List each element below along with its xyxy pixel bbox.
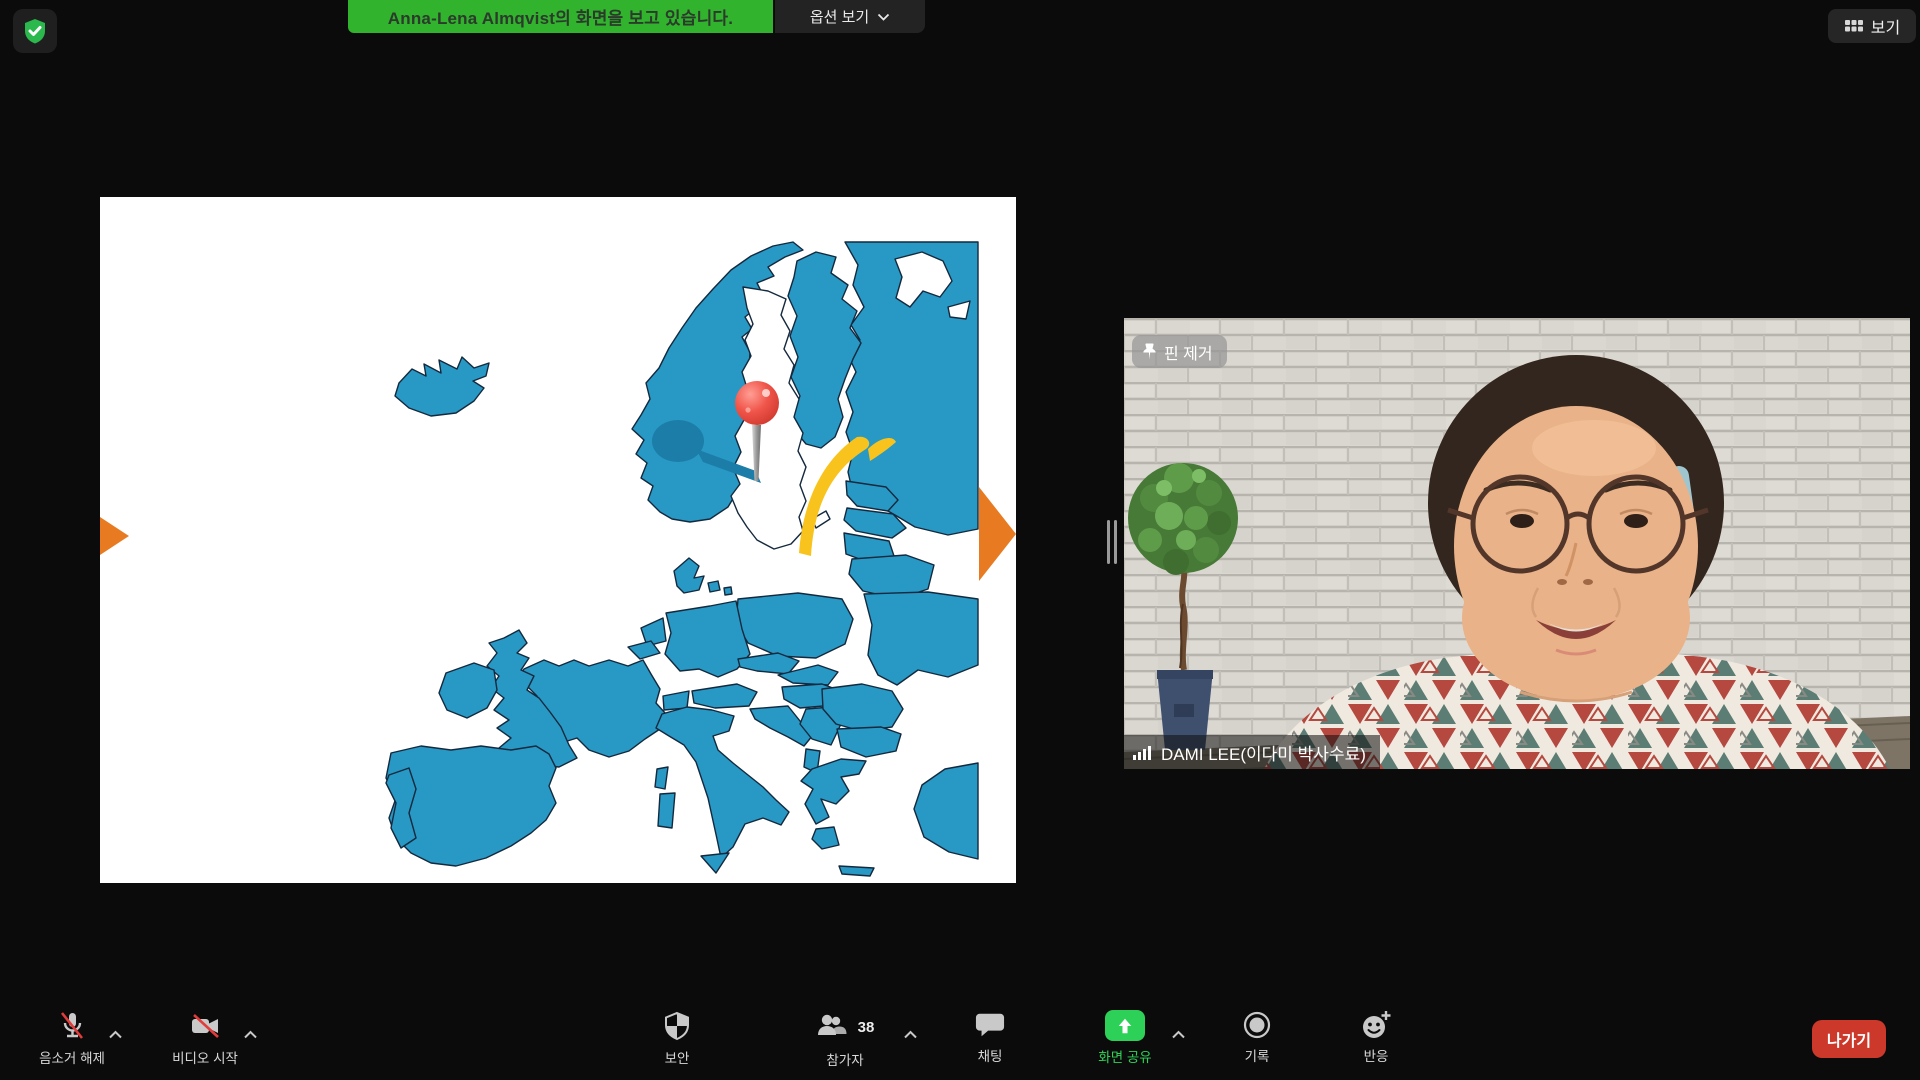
unmute-button[interactable]: 음소거 해제: [22, 1010, 122, 1067]
video-options-chevron[interactable]: [243, 1026, 258, 1044]
pushpin-icon: [1142, 343, 1157, 360]
unmute-label: 음소거 해제: [39, 1047, 105, 1067]
participants-label: 참가자: [826, 1049, 863, 1069]
start-video-label: 비디오 시작: [172, 1047, 238, 1067]
view-button[interactable]: 보기: [1828, 9, 1916, 43]
participant-video-scene: [1124, 318, 1910, 769]
share-options-chevron[interactable]: [1171, 1026, 1186, 1044]
panel-resize-handle[interactable]: [1107, 520, 1119, 564]
share-screen-button[interactable]: 화면 공유: [1080, 1010, 1170, 1066]
security-label: 보안: [665, 1047, 690, 1067]
speech-bubble-icon: [975, 1010, 1005, 1040]
security-shield-check-icon: [21, 17, 49, 45]
signal-bars-icon: [1133, 745, 1153, 760]
chat-label: 채팅: [978, 1045, 1003, 1065]
prev-slide-arrow[interactable]: [100, 517, 129, 555]
participants-button[interactable]: 38 참가자: [800, 1010, 890, 1069]
security-shield-button[interactable]: [13, 9, 57, 53]
smiley-plus-icon: [1360, 1010, 1392, 1040]
share-screen-label: 화면 공유: [1098, 1046, 1151, 1066]
remove-pin-button[interactable]: 핀 제거: [1132, 335, 1227, 368]
reactions-button[interactable]: 반응: [1344, 1010, 1408, 1065]
people-icon: [816, 1012, 850, 1042]
record-circle-icon: [1242, 1010, 1272, 1040]
banner-text: Anna-Lena Almqvist의 화면을 보고 있습니다.: [388, 4, 733, 29]
reactions-label: 반응: [1364, 1045, 1389, 1065]
remove-pin-label: 핀 제거: [1164, 340, 1213, 364]
chat-button[interactable]: 채팅: [958, 1010, 1022, 1065]
meeting-toolbar: 음소거 해제 비디오 시작 보안: [0, 1004, 1920, 1080]
options-view-label: 옵션 보기: [810, 6, 869, 27]
microphone-muted-icon: [55, 1010, 89, 1042]
europe-countries: [386, 242, 978, 876]
mute-options-chevron[interactable]: [108, 1026, 123, 1044]
video-muted-icon: [188, 1010, 222, 1042]
record-button[interactable]: 기록: [1225, 1010, 1289, 1065]
screen-share-banner: Anna-Lena Almqvist의 화면을 보고 있습니다.: [348, 0, 773, 33]
shared-screen-slide: [100, 197, 1016, 883]
leave-meeting-button[interactable]: 나가기: [1812, 1020, 1886, 1058]
participant-name-tag: DAMI LEE(이다미 박사수료): [1124, 735, 1380, 769]
shield-quadrant-icon: [662, 1010, 692, 1042]
zoom-meeting-window: Anna-Lena Almqvist의 화면을 보고 있습니다. 옵션 보기 보…: [0, 0, 1920, 1080]
arrow-up-share-icon: [1105, 1010, 1145, 1041]
security-button[interactable]: 보안: [645, 1010, 709, 1067]
participants-count: 38: [858, 1019, 875, 1036]
participant-video-tile[interactable]: 핀 제거 DAMI LEE(이다미 박사수료): [1124, 318, 1910, 769]
next-slide-arrow[interactable]: [979, 487, 1016, 581]
participant-name-label: DAMI LEE(이다미 박사수료): [1161, 740, 1366, 765]
record-label: 기록: [1245, 1045, 1270, 1065]
chevron-down-icon: [877, 13, 890, 21]
gallery-grid-icon: [1844, 18, 1864, 34]
options-view-dropdown[interactable]: 옵션 보기: [775, 0, 925, 33]
view-button-label: 보기: [1871, 14, 1900, 38]
europe-map-graphic: [100, 197, 1016, 883]
participants-options-chevron[interactable]: [903, 1026, 918, 1044]
